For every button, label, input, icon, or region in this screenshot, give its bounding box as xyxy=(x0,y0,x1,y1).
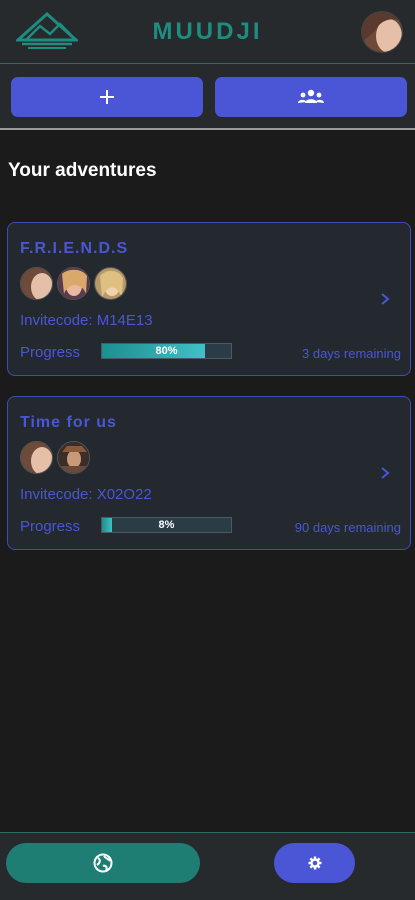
app-header: MUUDJI xyxy=(0,0,415,64)
profile-avatar[interactable] xyxy=(361,11,403,53)
globe-icon xyxy=(93,853,113,873)
progress-percent: 8% xyxy=(158,519,175,531)
progress-percent: 80% xyxy=(155,345,178,357)
bottom-nav xyxy=(0,832,415,900)
member-avatar xyxy=(57,441,90,474)
member-avatars xyxy=(20,441,90,475)
adventure-card[interactable]: Time for us Invitecode: X02O22 Progress … xyxy=(7,396,411,550)
chevron-right-icon[interactable] xyxy=(379,465,391,481)
days-remaining: 90 days remaining xyxy=(294,520,401,535)
adventure-card[interactable]: F.R.I.E.N.D.S Invitecode: M14E13 Progres… xyxy=(7,222,411,376)
invite-code: Invitecode: M14E13 xyxy=(20,312,153,329)
days-remaining: 3 days remaining xyxy=(302,346,401,361)
member-avatar xyxy=(94,267,127,300)
add-adventure-button[interactable] xyxy=(11,77,203,117)
gear-icon xyxy=(308,856,321,870)
progress-label: Progress xyxy=(20,518,81,535)
adventure-title: Time for us xyxy=(20,414,117,431)
plus-icon xyxy=(100,90,114,104)
member-avatar xyxy=(20,441,53,474)
progress-label: Progress xyxy=(20,344,81,361)
progress-bar: 80% xyxy=(101,343,232,359)
explore-button[interactable] xyxy=(6,843,200,883)
chevron-right-icon[interactable] xyxy=(379,291,391,307)
join-group-button[interactable] xyxy=(215,77,407,117)
section-title: Your adventures xyxy=(8,160,157,181)
app-title: MUUDJI xyxy=(152,18,263,45)
member-avatar xyxy=(57,267,90,300)
invite-code: Invitecode: X02O22 xyxy=(20,486,152,503)
action-bar xyxy=(0,64,415,130)
adventure-title: F.R.I.E.N.D.S xyxy=(20,240,129,257)
member-avatar xyxy=(20,267,53,300)
settings-button[interactable] xyxy=(274,843,355,883)
member-avatars xyxy=(20,267,127,301)
users-icon xyxy=(298,89,324,103)
progress-bar: 8% xyxy=(101,517,232,533)
